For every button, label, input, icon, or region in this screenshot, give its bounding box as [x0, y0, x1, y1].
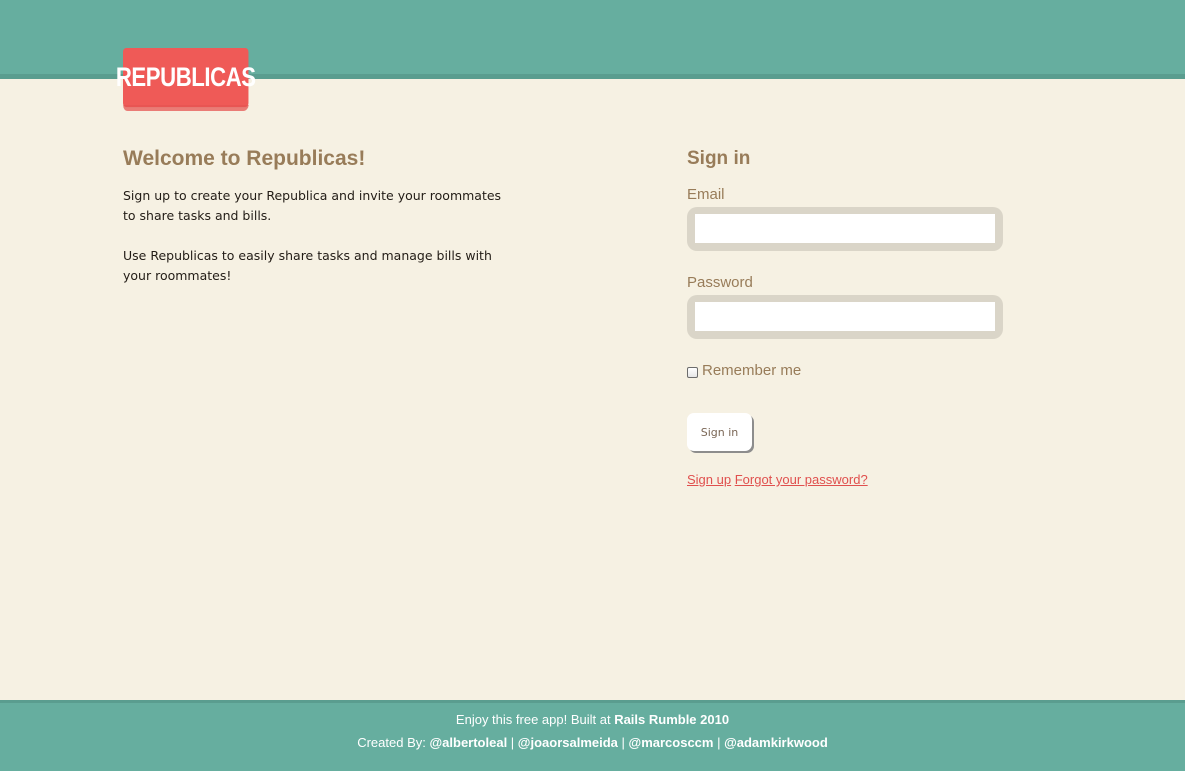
remember-me-label[interactable]: Remember me: [702, 362, 801, 379]
footer-separator: |: [507, 735, 518, 750]
sign-in-button[interactable]: Sign in: [687, 413, 752, 451]
creator-link-adamkirkwood[interactable]: @adamkirkwood: [724, 735, 828, 750]
password-label: Password: [687, 274, 753, 291]
sign-up-link[interactable]: Sign up: [687, 472, 731, 487]
republicas-logo[interactable]: REPUBLICAS: [116, 48, 256, 107]
footer-event-name: Rails Rumble 2010: [614, 712, 730, 727]
welcome-paragraph-2: Use Republicas to easily share tasks and…: [123, 248, 492, 283]
footer: Enjoy this free app! Built at Rails Rumb…: [0, 700, 1185, 771]
email-field[interactable]: [695, 214, 995, 243]
creator-link-marcosccm[interactable]: @marcosccm: [629, 735, 714, 750]
remember-me-checkbox[interactable]: [687, 366, 698, 378]
email-label: Email: [687, 186, 725, 203]
signin-title: Sign in: [687, 148, 751, 169]
creator-link-joaorsalmeida[interactable]: @joaorsalmeida: [518, 735, 618, 750]
footer-separator: |: [713, 735, 725, 750]
welcome-title: Welcome to Republicas!: [123, 147, 366, 170]
email-field-frame: [687, 207, 1003, 251]
footer-line-1: Enjoy this free app! Built at Rails Rumb…: [0, 712, 1185, 727]
password-field-frame: [687, 295, 1003, 339]
creator-link-albertoleal[interactable]: @albertoleal: [429, 735, 507, 750]
auth-links: Sign up Forgot your password?: [687, 472, 868, 487]
welcome-paragraph-1: Sign up to create your Republica and inv…: [123, 188, 502, 223]
footer-separator: |: [617, 735, 629, 750]
remember-me-row[interactable]: Remember me: [687, 362, 801, 379]
footer-built-at-text: Enjoy this free app! Built at: [455, 712, 615, 727]
forgot-password-link[interactable]: Forgot your password?: [735, 472, 868, 487]
footer-created-by-text: Created By:: [357, 735, 430, 750]
password-field[interactable]: [695, 302, 995, 331]
footer-line-2: Created By: @albertoleal | @joaorsalmeid…: [0, 735, 1185, 750]
